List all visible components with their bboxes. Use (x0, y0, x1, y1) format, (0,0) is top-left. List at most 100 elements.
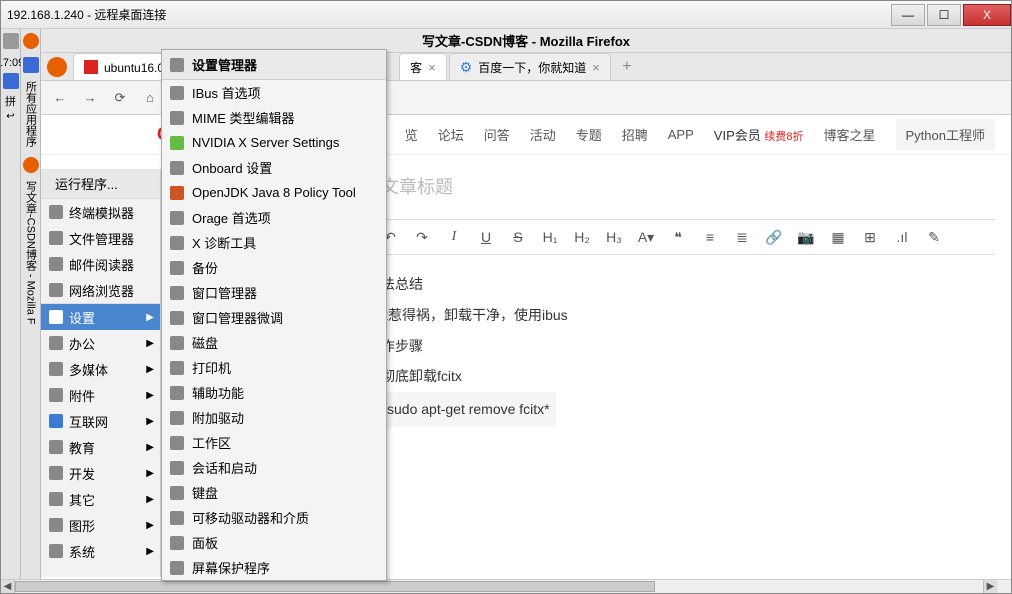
csdn-nav-star[interactable]: 博客之星 (824, 125, 876, 144)
nav-back-button[interactable]: ← (49, 87, 71, 109)
firefox-task-icon[interactable] (23, 157, 39, 173)
nav-forward-button[interactable]: → (79, 87, 101, 109)
toolbar-strike-icon[interactable]: S (509, 229, 527, 245)
csdn-nav-python[interactable]: Python工程师 (896, 119, 995, 150)
toolbar-redo-icon[interactable]: ↷ (413, 229, 431, 246)
media-icon (49, 362, 63, 376)
launcher-cat-accessories[interactable]: 附件▶ (41, 382, 160, 408)
submenu-item[interactable]: MIME 类型编辑器 (162, 105, 386, 130)
csdn-nav-item[interactable]: 招聘 (622, 125, 648, 144)
launcher-cat-internet[interactable]: 互联网▶ (41, 408, 160, 434)
submenu-item[interactable]: 键盘 (162, 480, 386, 505)
toolbar-underline-icon[interactable]: U (477, 229, 495, 245)
new-tab-button[interactable]: + (613, 53, 641, 80)
tab-2[interactable]: 客 × (399, 53, 447, 80)
launcher-cat-media[interactable]: 多媒体▶ (41, 356, 160, 382)
firefox-dock-icon[interactable] (23, 33, 39, 49)
submenu-item[interactable]: 窗口管理器 (162, 280, 386, 305)
horizontal-scrollbar[interactable]: ◀ ▶ (1, 579, 1011, 593)
settings-submenu: 设置管理器 IBus 首选项 MIME 类型编辑器 NVIDIA X Serve… (161, 49, 387, 581)
launcher-cat-graphics[interactable]: 图形▶ (41, 512, 160, 538)
submenu-item[interactable]: Orage 首选项 (162, 205, 386, 230)
launcher-item-terminal[interactable]: 终端模拟器 (41, 199, 160, 225)
launcher-cat-education[interactable]: 教育▶ (41, 434, 160, 460)
toolbar-quote-icon[interactable]: ❝ (669, 229, 687, 246)
dock-label-current-window[interactable]: 写文章-CSDN博客 - Mozilla F (23, 181, 39, 325)
submenu-item[interactable]: 窗口管理器微调 (162, 305, 386, 330)
submenu-item[interactable]: X 诊断工具 (162, 230, 386, 255)
submenu-item[interactable]: 屏幕保护程序 (162, 555, 386, 580)
csdn-nav-item[interactable]: APP (668, 127, 694, 142)
toolbar-edit-icon[interactable]: ✎ (925, 229, 943, 246)
tab-2-close-icon[interactable]: × (428, 60, 436, 75)
editor-toolbar: ↶ ↷ I U S H₁ H₂ H₃ A▾ ❝ ≡ ≣ 🔗 📷 ▦ ⊞ .ı (381, 219, 995, 255)
submenu-item[interactable]: 磁盘 (162, 330, 386, 355)
accessibility-icon (170, 386, 184, 400)
toolbar-ul-icon[interactable]: ≡ (701, 229, 719, 245)
window-titlebar[interactable]: 192.168.1.240 - 远程桌面连接 — ☐ X (1, 1, 1011, 29)
submenu-item[interactable]: 可移动驱动器和介质 (162, 505, 386, 530)
toolbar-h2-icon[interactable]: H₂ (573, 229, 591, 245)
scroll-right-icon[interactable]: ▶ (983, 580, 997, 593)
csdn-nav-vip[interactable]: VIP会员 续费8折 (714, 125, 804, 144)
ime-icon[interactable] (3, 73, 19, 89)
nav-reload-button[interactable]: ⟳ (109, 87, 131, 109)
launcher-item-browser[interactable]: 网络浏览器 (41, 277, 160, 303)
close-button[interactable]: X (963, 4, 1011, 26)
toolbar-italic-icon[interactable]: I (445, 229, 463, 245)
scroll-thumb[interactable] (15, 581, 655, 592)
scroll-left-icon[interactable]: ◀ (1, 580, 15, 593)
csdn-nav-item[interactable]: 论坛 (438, 125, 464, 144)
csdn-nav-item[interactable]: 览 (405, 125, 418, 144)
toolbar-link-icon[interactable]: 🔗 (765, 229, 783, 246)
toolbar-h3-icon[interactable]: H₃ (605, 229, 623, 245)
launcher-item-mail[interactable]: 邮件阅读器 (41, 251, 160, 277)
submenu-item[interactable]: 备份 (162, 255, 386, 280)
toolbar-image-icon[interactable]: 📷 (797, 229, 815, 246)
toolbar-grid-icon[interactable]: ⊞ (861, 229, 879, 246)
toolbar-chart-icon[interactable]: .ıl (893, 229, 911, 245)
submenu-item[interactable]: 打印机 (162, 355, 386, 380)
submenu-item[interactable]: Onboard 设置 (162, 155, 386, 180)
submenu-item[interactable]: IBus 首选项 (162, 80, 386, 105)
dock-label-all-apps[interactable]: 所有应用程序 (23, 81, 39, 147)
launcher-cat-settings[interactable]: 设置▶ (41, 304, 160, 330)
run-program-item[interactable]: 运行程序... (41, 169, 160, 199)
submenu-item[interactable]: 会话和启动 (162, 455, 386, 480)
submenu-header[interactable]: 设置管理器 (162, 50, 386, 80)
csdn-nav-item[interactable]: 专题 (576, 125, 602, 144)
submenu-item[interactable]: 工作区 (162, 430, 386, 455)
tab-3[interactable]: ⚙ 百度一下，你就知道 × (449, 53, 611, 80)
tab-3-close-icon[interactable]: × (592, 60, 600, 75)
ime-arrow-icon[interactable]: ↩ (6, 111, 14, 122)
submenu-item[interactable]: 面板 (162, 530, 386, 555)
csdn-nav-item[interactable]: 问答 (484, 125, 510, 144)
submenu-item[interactable]: OpenJDK Java 8 Policy Tool (162, 180, 386, 205)
firefox-icon[interactable] (47, 57, 67, 77)
submenu-item[interactable]: 附加驱动 (162, 405, 386, 430)
ime-label: 拼 (5, 93, 16, 109)
system-icon (49, 544, 63, 558)
csdn-nav-item[interactable]: 活动 (530, 125, 556, 144)
launcher-cat-system[interactable]: 系统▶ (41, 538, 160, 564)
maximize-button[interactable]: ☐ (927, 4, 961, 26)
toolbar-h1-icon[interactable]: H₁ (541, 229, 559, 245)
editor-body[interactable]: 法总结 x惹得祸，卸载干净，使用ibus 作步骤 彻底卸载fcitx sudo … (381, 269, 995, 427)
trash-icon[interactable] (3, 33, 19, 49)
article-title-input[interactable]: 文章标题 (381, 173, 995, 199)
body-line: 作步骤 (381, 331, 995, 362)
submenu-item[interactable]: 辅助功能 (162, 380, 386, 405)
launcher-cat-other[interactable]: 其它▶ (41, 486, 160, 512)
nav-home-button[interactable]: ⌂ (139, 87, 161, 109)
launcher-cat-dev[interactable]: 开发▶ (41, 460, 160, 486)
minimize-button[interactable]: — (891, 4, 925, 26)
chevron-right-icon: ▶ (146, 390, 154, 401)
launcher-item-files[interactable]: 文件管理器 (41, 225, 160, 251)
app-launcher-icon[interactable] (23, 57, 39, 73)
toolbar-color-icon[interactable]: A▾ (637, 229, 655, 246)
launcher-cat-office[interactable]: 办公▶ (41, 330, 160, 356)
toolbar-ol-icon[interactable]: ≣ (733, 229, 751, 246)
submenu-item[interactable]: NVIDIA X Server Settings (162, 130, 386, 155)
edu-icon (49, 440, 63, 454)
toolbar-table-icon[interactable]: ▦ (829, 229, 847, 246)
